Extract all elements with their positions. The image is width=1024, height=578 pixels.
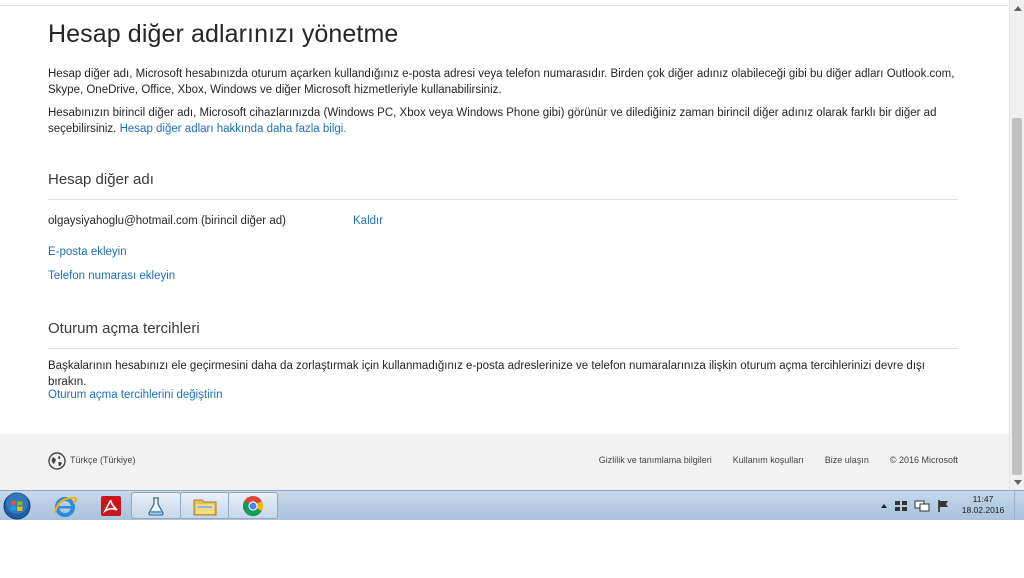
file-explorer-icon (193, 499, 217, 515)
taskbar-file-explorer[interactable] (180, 492, 230, 519)
privacy-link[interactable]: Gizlilik ve tanımlama bilgileri (599, 455, 712, 465)
page-title: Hesap diğer adlarınızı yönetme (48, 20, 399, 48)
system-clock[interactable]: 11:47 18.02.2016 (955, 494, 1011, 516)
section-divider (48, 348, 958, 349)
language-selector[interactable]: Türkçe (Türkiye) (70, 455, 136, 465)
internet-explorer-icon (54, 496, 78, 517)
windows-start-button[interactable] (2, 492, 32, 520)
flag-notification-icon[interactable] (936, 499, 950, 513)
network-icon[interactable] (914, 499, 930, 513)
footer-links: Gizlilik ve tanımlama bilgileri Kullanım… (599, 455, 958, 465)
acrobat-icon (101, 495, 121, 516)
add-phone-link[interactable]: Telefon numarası ekleyin (48, 270, 175, 282)
aliases-section-title: Hesap diğer adı (48, 171, 154, 188)
primary-alias-paragraph: Hesabınızın birincil diğer adı, Microsof… (48, 105, 958, 137)
lab-flask-icon (148, 496, 164, 516)
page-footer: Türkçe (Türkiye) Gizlilik ve tanımlama b… (0, 434, 1009, 490)
show-hidden-icons-icon[interactable] (880, 501, 888, 511)
taskbar-acrobat[interactable] (86, 492, 136, 519)
scroll-up-arrow-icon[interactable] (1010, 0, 1024, 17)
learn-more-link[interactable]: Hesap diğer adları hakkında daha fazla b… (120, 123, 347, 135)
taskbar-lab-app[interactable] (131, 492, 181, 519)
empty-area (0, 520, 1024, 578)
intro-paragraph: Hesap diğer adı, Microsoft hesabınızda o… (48, 68, 955, 96)
signin-prefs-section-title: Oturum açma tercihleri (48, 320, 200, 337)
change-signin-prefs-link[interactable]: Oturum açma tercihlerini değiştirin (48, 389, 222, 401)
vertical-scrollbar[interactable] (1009, 0, 1024, 491)
remove-alias-link[interactable]: Kaldır (353, 215, 383, 227)
scroll-down-arrow-icon[interactable] (1010, 474, 1024, 491)
clock-date: 18.02.2016 (961, 505, 1005, 515)
show-desktop-button[interactable] (1014, 491, 1024, 521)
globe-icon[interactable] (48, 452, 66, 470)
terms-link[interactable]: Kullanım koşulları (733, 455, 804, 465)
section-divider (48, 199, 958, 200)
contact-link[interactable]: Bize ulaşın (825, 455, 869, 465)
action-center-icon[interactable] (894, 499, 908, 513)
add-email-link[interactable]: E-posta ekleyin (48, 246, 127, 258)
windows-start-icon (3, 492, 31, 520)
system-tray (880, 491, 950, 521)
taskbar-chrome[interactable] (228, 492, 278, 519)
chrome-icon (242, 495, 264, 516)
signin-prefs-description: Başkalarının hesabınızı ele geçirmesini … (48, 360, 925, 388)
primary-alias-text: olgaysiyahoglu@hotmail.com (birincil diğ… (48, 215, 286, 227)
copyright-text: © 2016 Microsoft (889, 455, 958, 465)
windows-taskbar: 11:47 18.02.2016 (0, 490, 1024, 521)
clock-time: 11:47 (972, 494, 994, 504)
scrollbar-thumb[interactable] (1012, 118, 1022, 475)
taskbar-internet-explorer[interactable] (40, 492, 90, 519)
browser-top-edge (0, 0, 1010, 6)
